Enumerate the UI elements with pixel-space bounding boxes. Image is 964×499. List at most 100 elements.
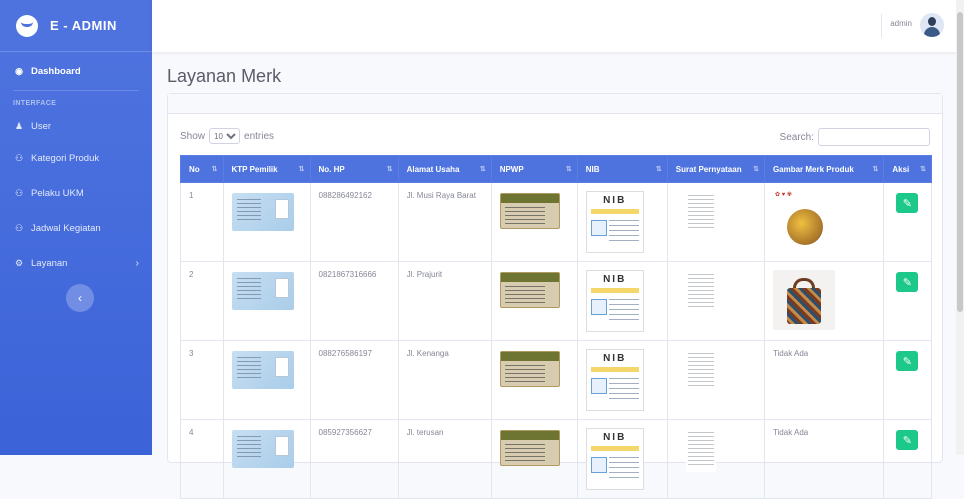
users-icon: ⚇ [14,223,24,233]
cell-gambar: Tidak Ada [763,419,885,499]
cell-surat [666,340,765,420]
cell-aksi: ✎ [883,340,932,420]
avatar[interactable] [920,13,944,37]
sidebar-item-label: Layanan [31,258,68,269]
column-header-hp[interactable]: No. HP ⇅ [309,155,399,183]
cell-surat [666,182,765,262]
column-header-aksi[interactable]: Aksi ⇅ [883,155,932,183]
surat-image[interactable] [685,428,716,472]
cell-hp: 088276586197 [309,340,399,420]
table-row: 4 085927356627 Jl. terusan NIB Tidak Ada… [180,419,932,499]
sort-icon: ⇅ [386,166,393,173]
edit-button[interactable]: ✎ [896,430,919,450]
entries-select[interactable]: 10 [209,128,241,144]
brand-name: E - ADMIN [50,18,117,33]
table-row: 1 088286492162 Jl. Musi Raya Barat NIB ✿… [180,182,932,262]
product-image[interactable]: ✿ ♥ ✾ [775,191,835,249]
cell-npwp [490,340,578,420]
scrollbar[interactable] [956,0,964,455]
ktp-image[interactable] [231,272,294,310]
nib-image[interactable]: NIB [585,191,644,253]
cell-npwp [490,261,578,341]
ktp-image[interactable] [231,430,294,468]
column-header-nib[interactable]: NIB ⇅ [576,155,668,183]
page-title: Layanan Merk [167,66,282,86]
ktp-image[interactable] [231,193,294,231]
nib-image[interactable]: NIB [585,428,644,490]
cell-aksi: ✎ [883,261,932,341]
sort-icon: ⇅ [479,166,486,173]
sidebar-item-label: Jadwal Kegiatan [31,223,101,234]
sort-icon: ⇅ [211,166,218,173]
cell-ktp [222,182,311,262]
search-input[interactable] [818,128,930,146]
cell-hp: 085927356627 [309,419,399,499]
nib-image[interactable]: NIB [585,270,644,332]
sidebar-item-kategori-produk[interactable]: ⚇ Kategori Produk [0,141,152,176]
edit-button[interactable]: ✎ [896,193,919,213]
cell-gambar: ✿ ♥ ✾ [763,182,885,262]
surat-image[interactable] [685,349,716,393]
edit-icon: ✎ [902,197,912,210]
cell-nib: NIB [576,340,668,420]
sort-icon: ⇅ [565,166,572,173]
topbar-divider [881,14,882,38]
sort-icon: ⇅ [655,166,662,173]
cell-no: 1 [180,182,224,262]
surat-image[interactable] [685,191,716,235]
edit-icon: ✎ [902,355,912,368]
surat-image[interactable] [685,270,716,314]
sort-icon: ⇅ [920,166,926,173]
sidebar-item-pelaku-ukm[interactable]: ⚇ Pelaku UKM [0,176,152,211]
user-name[interactable]: admin [890,19,912,28]
cell-hp: 0821867316666 [309,261,399,341]
cell-alamat: Jl. Prajurit [397,261,492,341]
ktp-image[interactable] [231,351,294,389]
laugh-icon [16,14,38,37]
npwp-image[interactable] [499,272,560,308]
sidebar: E - ADMIN ◉ Dashboard INTERFACE ♟ User ⚇… [0,0,152,455]
npwp-image[interactable] [499,193,560,229]
nib-image[interactable]: NIB [585,349,644,411]
product-image[interactable] [772,270,835,330]
sidebar-item-label: Dashboard [31,65,81,77]
sidebar-item-user[interactable]: ♟ User [0,111,152,141]
sort-icon: ⇅ [872,166,879,173]
edit-button[interactable]: ✎ [896,272,919,292]
cell-aksi: ✎ [883,182,932,262]
column-header-npwp[interactable]: NPWP ⇅ [490,155,578,183]
npwp-image[interactable] [499,430,560,466]
sort-icon: ⇅ [753,166,759,173]
sidebar-toggle-button[interactable]: ‹ [66,284,94,312]
brand[interactable]: E - ADMIN [0,0,152,52]
sidebar-item-jadwal-kegiatan[interactable]: ⚇ Jadwal Kegiatan [0,211,152,246]
sidebar-heading: INTERFACE [13,100,57,107]
cell-aksi: ✎ [883,419,932,499]
cell-surat [666,419,765,499]
table-header-row: No ⇅ KTP Pemilik ⇅ No. HP ⇅ Alamat Usaha ⇅ N… [180,155,932,183]
cell-ktp [222,419,311,499]
column-header-ktp[interactable]: KTP Pemilik ⇅ [222,155,311,183]
cell-nib: NIB [576,261,668,341]
search-label: Search: [779,131,814,143]
table-row: 2 0821867316666 Jl. Prajurit NIB ✎ [180,261,932,341]
users-icon: ⚇ [14,188,24,198]
column-header-no[interactable]: No ⇅ [180,155,224,183]
column-header-gambar[interactable]: Gambar Merk Produk ⇅ [763,155,885,183]
npwp-image[interactable] [499,351,560,387]
sidebar-item-layanan[interactable]: ⚙ Layanan › [0,246,152,281]
sidebar-item-label: Pelaku UKM [31,188,84,199]
cell-nib: NIB [576,419,668,499]
sidebar-item-label: Kategori Produk [31,153,100,164]
gear-icon: ⚙ [14,258,24,268]
cell-hp: 088286492162 [309,182,399,262]
sidebar-item-label: User [31,120,52,132]
sidebar-item-dashboard[interactable]: ◉ Dashboard [0,52,152,90]
column-header-surat[interactable]: Surat Pernyataan ⇅ [666,155,765,183]
user-icon: ♟ [14,120,24,131]
edit-button[interactable]: ✎ [896,351,919,371]
cell-npwp [490,182,578,262]
column-header-alamat[interactable]: Alamat Usaha ⇅ [397,155,492,183]
cell-no: 4 [180,419,224,499]
users-icon: ⚇ [14,153,24,163]
